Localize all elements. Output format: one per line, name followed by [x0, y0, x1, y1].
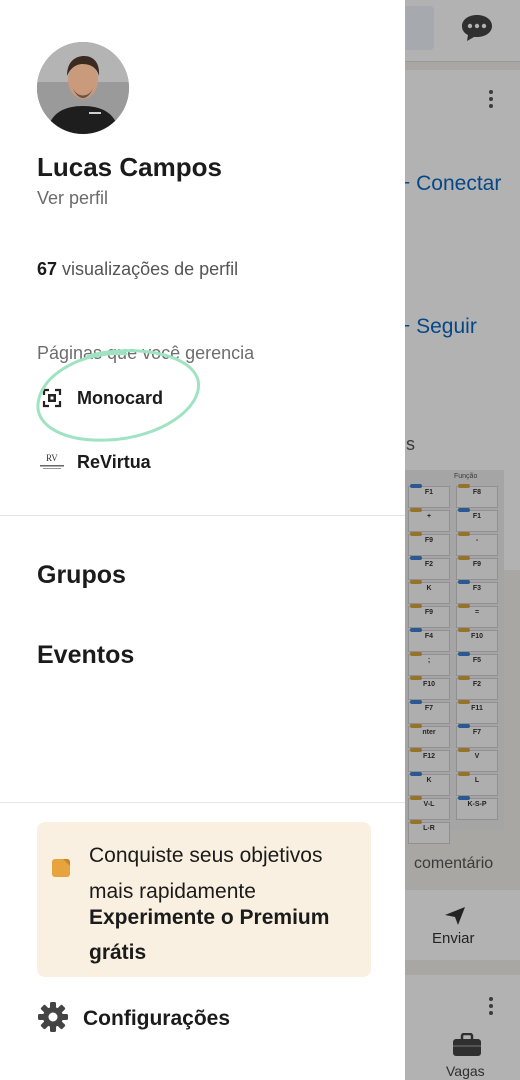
profile-views-count: 67	[37, 259, 58, 279]
svg-text:RV: RV	[46, 453, 58, 463]
page-item-revirtua[interactable]: RV ReVirtua	[37, 447, 151, 477]
revirtua-logo-icon: RV	[37, 447, 67, 477]
page-item-label: Monocard	[77, 387, 164, 408]
divider	[0, 515, 405, 516]
nav-item-groups[interactable]: Grupos	[37, 561, 126, 590]
profile-name[interactable]: Lucas Campos	[37, 152, 222, 183]
premium-badge-icon	[51, 858, 71, 878]
monocard-logo-icon	[37, 383, 67, 413]
profile-views-label: visualizações de perfil	[62, 259, 239, 279]
nav-item-events[interactable]: Eventos	[37, 641, 134, 670]
settings-label: Configurações	[83, 1007, 231, 1030]
managed-pages-heading: Páginas que você gerencia	[37, 343, 255, 363]
navigation-drawer: Lucas Campos Ver perfil 67 visualizações…	[0, 0, 405, 1080]
page-item-label: ReVirtua	[77, 451, 151, 472]
gear-icon	[37, 1001, 69, 1038]
view-profile-link[interactable]: Ver perfil	[37, 188, 108, 209]
settings-item[interactable]: Configurações	[37, 1001, 231, 1038]
page-item-monocard[interactable]: Monocard	[37, 383, 163, 413]
profile-views[interactable]: 67 visualizações de perfil	[37, 259, 238, 280]
premium-promo-card[interactable]: Conquiste seus objetivos mais rapidament…	[37, 822, 371, 977]
divider	[0, 802, 405, 803]
avatar[interactable]	[37, 42, 129, 134]
premium-trial-link[interactable]: Experimente o Premium grátis	[89, 900, 359, 970]
